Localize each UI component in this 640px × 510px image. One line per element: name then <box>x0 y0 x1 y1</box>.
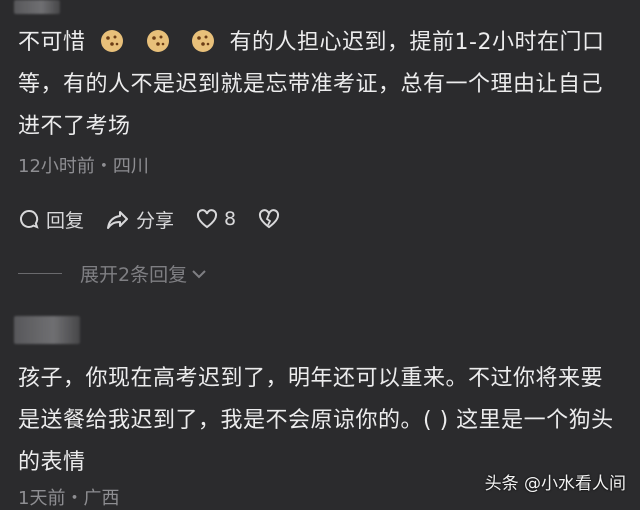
reply-icon <box>20 209 39 229</box>
comment-text-start: 不可惜 <box>18 30 86 55</box>
like-button[interactable]: 8 <box>196 208 236 230</box>
reply-button[interactable]: 回复 <box>18 206 84 233</box>
dislike-button[interactable] <box>258 209 286 229</box>
cookie-emoji-icon <box>146 30 169 52</box>
chevron-down-icon <box>192 269 206 278</box>
share-label: 分享 <box>136 209 175 232</box>
expand-replies-button[interactable]: 展开2条回复 <box>18 260 207 287</box>
comment-text: 不可惜 有的人担心迟到，提前1-2小时在门口等，有的人不是迟到就是忘带准考证，总… <box>18 22 622 148</box>
heart-icon <box>197 209 218 229</box>
divider <box>18 273 62 274</box>
like-count: 8 <box>224 208 237 230</box>
cookie-emoji-icon <box>101 30 124 52</box>
comment-meta: 12小时前・四川 <box>18 156 149 177</box>
broken-heart-icon <box>259 209 280 229</box>
reply-label: 回复 <box>46 209 85 232</box>
cookie-emoji-icon <box>192 30 215 52</box>
avatar[interactable] <box>14 0 60 14</box>
comment-text: 孩子，你现在高考迟到了，明年还可以重来。不过你将来要是送餐给我迟到了，我是不会原… <box>18 366 614 475</box>
watermark: 头条 @小水看人间 <box>484 474 626 494</box>
expand-replies-label: 展开2条回复 <box>80 264 188 286</box>
share-button[interactable]: 分享 <box>106 206 174 233</box>
share-icon <box>107 211 129 229</box>
comment-meta: 1天前・广西 <box>18 488 120 509</box>
avatar[interactable] <box>14 316 80 344</box>
comment-actions: 回复 分享 8 <box>18 204 308 234</box>
